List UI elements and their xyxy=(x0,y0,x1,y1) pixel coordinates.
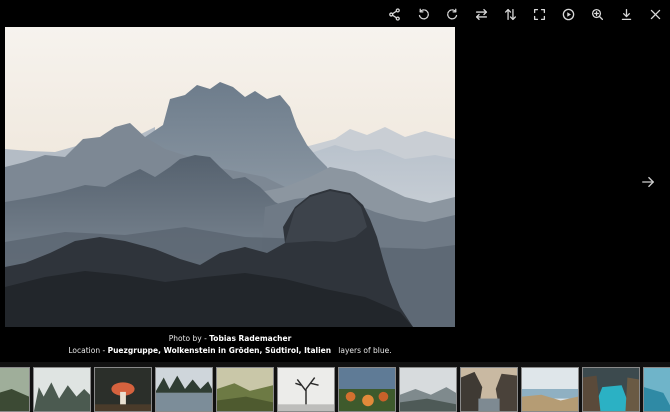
rotate-right-icon xyxy=(447,8,458,19)
image-viewer: Photo by - Tobias Rademacher Location - … xyxy=(0,0,670,412)
flip-vertical-icon xyxy=(504,8,517,20)
thumbnail-bare-tree[interactable] xyxy=(277,367,335,412)
flip-horizontal-icon xyxy=(475,8,488,20)
thumbnail-misty-forest[interactable] xyxy=(33,367,91,412)
mountain-photo xyxy=(5,27,455,327)
arrow-right-icon xyxy=(642,176,654,188)
location-name: Puezgruppe, Wolkenstein in Gröden, Südti… xyxy=(107,346,332,355)
share-button[interactable] xyxy=(380,0,409,28)
thumbnail-coastal-dunes[interactable] xyxy=(521,367,579,412)
main-photo xyxy=(5,27,455,327)
download-button[interactable] xyxy=(612,0,641,28)
next-image-button[interactable] xyxy=(638,172,658,192)
thumbnail-filmstrip xyxy=(0,362,670,412)
location-label: Location - xyxy=(68,346,106,355)
fullscreen-button[interactable] xyxy=(525,0,554,28)
slideshow-play-button[interactable] xyxy=(554,0,583,28)
photo-credit: Photo by - Tobias Rademacher xyxy=(5,334,455,344)
photo-by-label: Photo by - xyxy=(168,334,207,343)
thumbnail-foggy-hills[interactable] xyxy=(399,367,457,412)
toolbar xyxy=(380,0,670,28)
thumbnail-red-mushroom[interactable] xyxy=(94,367,152,412)
photographer-name: Tobias Rademacher xyxy=(209,334,292,343)
rotate-left-button[interactable] xyxy=(409,0,438,28)
close-icon xyxy=(650,9,661,19)
play-icon xyxy=(562,8,575,20)
share-icon xyxy=(389,7,400,21)
download-icon xyxy=(621,8,632,20)
close-button[interactable] xyxy=(641,0,670,28)
zoom-in-icon xyxy=(591,8,604,20)
thumbnail-rocky-canyon[interactable] xyxy=(460,367,518,412)
photo-location: Location - Puezgruppe, Wolkenstein in Gr… xyxy=(5,346,455,356)
flip-horizontal-button[interactable] xyxy=(467,0,496,28)
fullscreen-icon xyxy=(533,8,546,20)
photo-description: layers of blue. xyxy=(338,346,392,355)
thumbnail-turquoise-cove[interactable] xyxy=(582,367,640,412)
zoom-in-button[interactable] xyxy=(583,0,612,28)
thumbnail-ocean-coast[interactable] xyxy=(643,367,670,412)
thumbnail-lake-trees[interactable] xyxy=(155,367,213,412)
thumbnail-forest-edge[interactable] xyxy=(0,367,30,412)
thumbnail-green-valley[interactable] xyxy=(216,367,274,412)
thumbnail-orange-flowers[interactable] xyxy=(338,367,396,412)
rotate-left-icon xyxy=(418,8,429,19)
rotate-right-button[interactable] xyxy=(438,0,467,28)
flip-vertical-button[interactable] xyxy=(496,0,525,28)
